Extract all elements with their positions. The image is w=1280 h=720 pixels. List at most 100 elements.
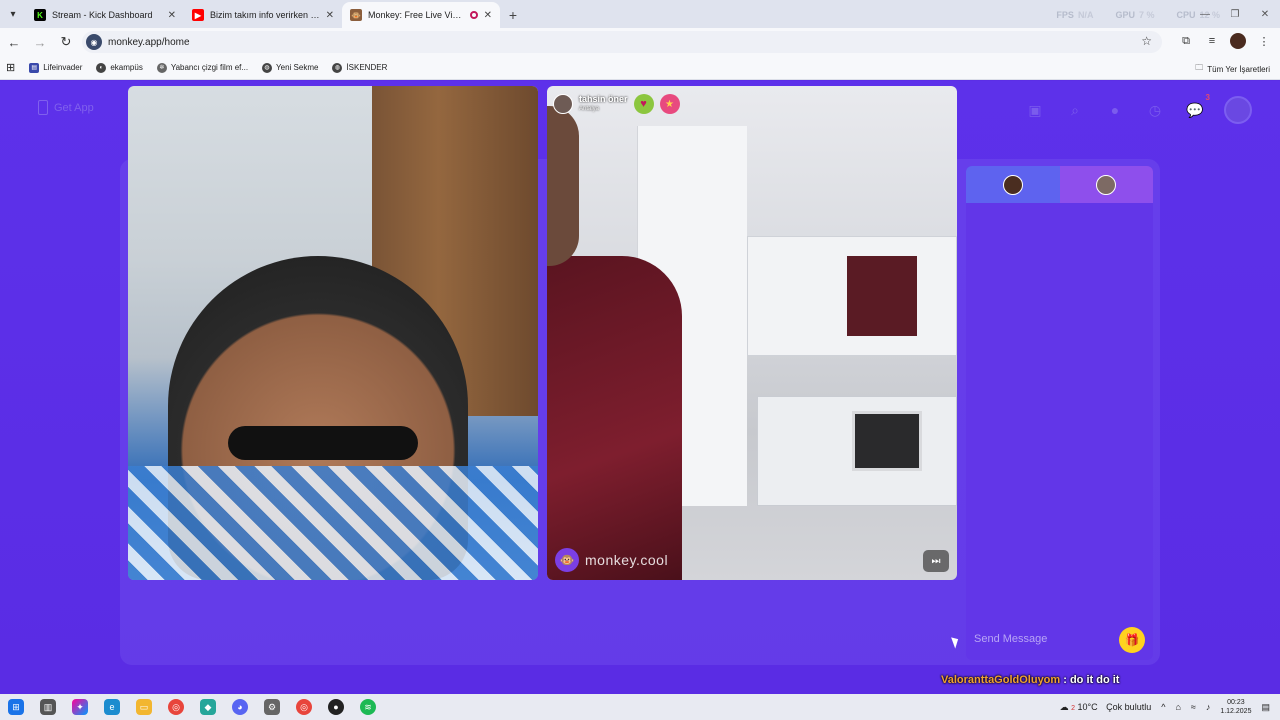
kick-icon: K	[34, 9, 46, 21]
bookmark-ekampus[interactable]: ◐ ekampüs	[96, 62, 143, 73]
profile-avatar[interactable]	[1230, 33, 1246, 49]
notification-badge: 3	[1205, 93, 1210, 102]
new-tab-button[interactable]: +	[500, 2, 526, 28]
overlay-chat-user: ValoranttaGoldOluyom	[941, 674, 1061, 686]
remote-video-feed: tahsin öner Antalya ♥ ★ 🐵 monkey.cool ⏭	[547, 86, 957, 580]
weather-desc: Çok bulutlu	[1106, 701, 1152, 712]
monkey-logo-icon: 🐵	[555, 548, 579, 572]
local-video-feed	[128, 86, 538, 580]
tab-youtube[interactable]: ▶ Bizim takım info verirken #valo ✕	[184, 2, 342, 28]
bookmark-iskender[interactable]: ◍ İSKENDER	[332, 62, 388, 73]
phone-icon	[38, 100, 48, 115]
tab-monkey[interactable]: 🐵 Monkey: Free Live Video Ch ✕	[342, 2, 500, 28]
bookmark-label: İSKENDER	[346, 63, 388, 72]
fps-value: N/A	[1077, 10, 1094, 20]
top-nav-icons: ▣ ⌕ ● ◷ 💬 3	[1024, 93, 1252, 124]
bookmark-icon: ◐	[96, 62, 107, 73]
gift-button[interactable]: 🎁	[1119, 627, 1145, 653]
extensions-icon[interactable]: ⧉	[1178, 33, 1194, 49]
user-avatar[interactable]	[1224, 96, 1252, 124]
search-icon[interactable]: ⌕	[1064, 99, 1086, 121]
remote-user-face	[547, 106, 579, 266]
app-icon[interactable]: ◆	[192, 694, 224, 720]
get-app-button[interactable]: Get App	[38, 100, 94, 115]
tab-search-chevron-icon[interactable]: ▾	[0, 0, 26, 28]
minimize-icon[interactable]: —	[1190, 0, 1220, 28]
reload-icon[interactable]: ↻	[54, 30, 78, 54]
clock[interactable]: 00:23 1.12.2025	[1220, 698, 1251, 716]
close-tab-icon[interactable]: ✕	[484, 10, 492, 21]
chrome-icon[interactable]: ◎	[160, 694, 192, 720]
discord-icon[interactable]: ◕	[224, 694, 256, 720]
address-bar[interactable]: ◉ monkey.app/home ☆	[82, 31, 1162, 53]
shop-icon[interactable]: ▣	[1024, 99, 1046, 121]
bookmark-new-tab[interactable]: ◍ Yeni Sekme	[262, 62, 319, 73]
bookmark-cartoon[interactable]: ✲ Yabancı çizgi film ef...	[156, 62, 249, 73]
chat-input-row: 🎁	[966, 618, 1153, 660]
chat-tab-local[interactable]	[966, 166, 1060, 203]
tray-chevron-icon[interactable]: ^	[1161, 702, 1165, 712]
bookmark-label: Yabancı çizgi film ef...	[170, 63, 249, 72]
bookmark-label: Yeni Sekme	[276, 63, 319, 72]
sunglasses	[228, 426, 418, 460]
stream-chat-overlay: ValoranttaGoldOluyom : do it do it	[941, 674, 1119, 686]
chat-tabs	[966, 166, 1153, 203]
coin-icon[interactable]: ●	[1104, 99, 1126, 121]
url-text[interactable]: monkey.app/home	[108, 37, 190, 48]
history-icon[interactable]: ◷	[1144, 99, 1166, 121]
send-message-input[interactable]	[974, 633, 1114, 645]
bookmark-icon: ✲	[156, 62, 167, 73]
close-tab-icon[interactable]: ✕	[168, 10, 176, 21]
file-explorer-icon[interactable]: ▭	[128, 694, 160, 720]
skip-button[interactable]: ⏭	[923, 550, 949, 572]
wifi-icon[interactable]: ≈	[1191, 702, 1196, 712]
start-windows-icon[interactable]: ⊞	[0, 694, 32, 720]
tab-title: Bizim takım info verirken #valo	[210, 10, 320, 20]
chat-panel: 🎁	[966, 166, 1153, 660]
chat-tab-remote[interactable]	[1059, 166, 1153, 203]
bookmark-label: ekampüs	[110, 63, 143, 72]
close-window-icon[interactable]: ✕	[1250, 0, 1280, 28]
recording-icon	[469, 11, 478, 19]
close-tab-icon[interactable]: ✕	[326, 10, 334, 21]
apps-grid-icon[interactable]: ⊞	[6, 61, 15, 74]
messages-icon[interactable]: 💬 3	[1184, 93, 1210, 121]
remote-user-location: Antalya	[579, 106, 600, 112]
all-bookmarks-folder[interactable]: 🗀 Tüm Yer İşaretleri	[1195, 62, 1270, 76]
watermark-text: monkey.cool	[585, 552, 669, 568]
tab-kick-dashboard[interactable]: K Stream - Kick Dashboard ✕	[26, 2, 184, 28]
local-avatar	[1002, 174, 1023, 195]
spotify-icon[interactable]: ≋	[352, 694, 384, 720]
settings-gear-icon[interactable]: ⚙	[256, 694, 288, 720]
remote-user-avatar[interactable]	[553, 94, 573, 114]
volume-icon[interactable]: ♪	[1206, 702, 1211, 712]
local-user-shirt	[128, 466, 538, 580]
remote-user-name-block: tahsin öner Antalya	[579, 94, 628, 114]
heart-icon[interactable]: ♥	[633, 94, 654, 114]
bookmark-label: Lifeinvader	[43, 63, 83, 72]
edge-icon[interactable]: e	[96, 694, 128, 720]
bookmark-icon: ▤	[29, 62, 40, 73]
back-arrow-icon[interactable]: ←	[2, 30, 26, 54]
tab-title: Monkey: Free Live Video Ch	[368, 10, 464, 20]
restore-icon[interactable]: ❐	[1220, 0, 1250, 28]
chrome-active-icon[interactable]: ◎	[288, 694, 320, 720]
menu-kebab-icon[interactable]: ⋮	[1256, 33, 1272, 49]
get-app-label: Get App	[54, 101, 94, 114]
copilot-icon[interactable]: ✦	[64, 694, 96, 720]
bookmark-lifeinvader[interactable]: ▤ Lifeinvader	[29, 62, 83, 73]
forward-arrow-icon[interactable]: →	[28, 30, 52, 54]
site-info-icon[interactable]: ◉	[86, 34, 102, 50]
obs-icon[interactable]: ●	[320, 694, 352, 720]
monkey-watermark: 🐵 monkey.cool	[555, 548, 668, 572]
tab-title: Stream - Kick Dashboard	[52, 10, 153, 20]
weather-widget[interactable]: ☁ 2 10°C Çok bulutlu	[1060, 702, 1152, 713]
oven	[852, 411, 922, 471]
media-control-icon[interactable]: ≡	[1204, 33, 1220, 49]
notifications-icon[interactable]: ▤	[1261, 702, 1270, 713]
task-view-icon[interactable]: ▥	[32, 694, 64, 720]
bookmark-star-icon[interactable]: ☆	[1141, 34, 1152, 48]
remote-user-info[interactable]: tahsin öner Antalya ♥ ★	[553, 92, 680, 116]
network-icon[interactable]: ⌂	[1175, 702, 1180, 712]
clock-date: 1.12.2025	[1220, 708, 1252, 715]
